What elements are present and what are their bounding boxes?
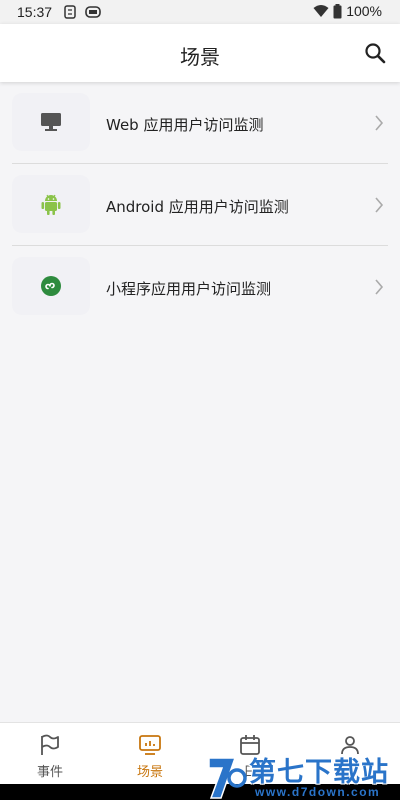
dashboard-icon bbox=[139, 735, 161, 755]
tab-label: 场景 bbox=[136, 765, 163, 780]
scenario-label: Android 应用用户访问监测 bbox=[106, 198, 289, 216]
scenario-item-android[interactable]: Android 应用用户访问监测 bbox=[12, 164, 388, 246]
flag-icon bbox=[41, 734, 59, 755]
watermark-text: 第七下载站 bbox=[249, 757, 389, 788]
wifi-icon bbox=[313, 5, 329, 17]
chevron-right-icon bbox=[375, 197, 384, 213]
chevron-right-icon bbox=[375, 115, 384, 131]
d7-logo-icon bbox=[208, 757, 247, 799]
scenario-icon-box bbox=[12, 257, 90, 315]
scenario-icon-box bbox=[12, 93, 90, 151]
battery-icon bbox=[333, 3, 342, 18]
watermark-logo: 第七下载站 www.d7down.com bbox=[205, 748, 400, 800]
cloud-icon bbox=[85, 6, 101, 18]
tab-events[interactable]: 事件 bbox=[0, 723, 100, 785]
tab-label: 事件 bbox=[36, 765, 63, 780]
scenario-icon-box bbox=[12, 175, 90, 233]
android-icon bbox=[41, 194, 61, 215]
page-title: 场景 bbox=[180, 45, 220, 69]
mini-program-icon bbox=[41, 276, 61, 296]
tab-scenes[interactable]: 场景 bbox=[100, 723, 200, 785]
scenario-label: Web 应用用户访问监测 bbox=[106, 116, 264, 134]
scenario-item-mini-program[interactable]: 小程序应用用户访问监测 bbox=[12, 246, 388, 328]
status-time: 15:37 bbox=[17, 4, 53, 20]
app-header: 场景 bbox=[0, 24, 400, 82]
battery-percent: 100% bbox=[346, 3, 382, 19]
status-bar: 15:37 100% bbox=[0, 0, 400, 24]
monitor-icon bbox=[41, 113, 61, 131]
sync-icon bbox=[64, 5, 76, 19]
status-right: 100% bbox=[313, 3, 382, 19]
scenario-item-web[interactable]: Web 应用用户访问监测 bbox=[12, 82, 388, 164]
chevron-right-icon bbox=[375, 279, 384, 295]
search-icon[interactable] bbox=[364, 42, 386, 64]
scenario-label: 小程序应用用户访问监测 bbox=[106, 280, 272, 298]
watermark-url: www.d7down.com bbox=[255, 785, 381, 799]
